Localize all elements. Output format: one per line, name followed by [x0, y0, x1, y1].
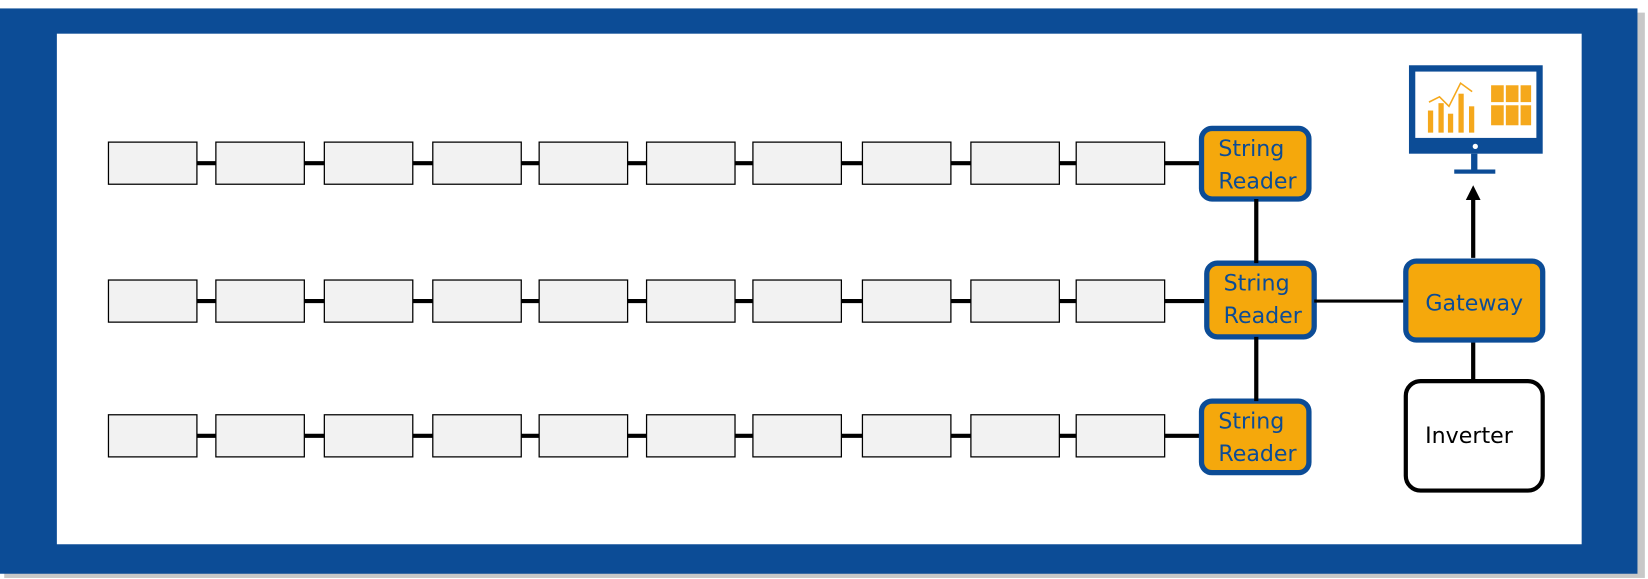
solar-panel [215, 414, 305, 458]
solar-panel [752, 141, 843, 185]
solar-panel [1075, 141, 1166, 185]
string-reader-label-line1: String [1218, 136, 1284, 162]
gateway-node: Gateway [1403, 258, 1546, 343]
solar-panel [861, 279, 952, 323]
string-reader-label-line1: String [1218, 408, 1284, 434]
string-reader-label-line2: Reader [1224, 303, 1303, 329]
solar-panel [323, 141, 414, 185]
solar-panel [323, 279, 414, 323]
solar-monitoring-diagram: String Reader String Reader String Reader Gat… [0, 8, 1645, 578]
solar-panel [432, 141, 522, 185]
panel-rows: String Reader String Reader String Reader [107, 125, 1317, 476]
solar-panel [432, 279, 522, 323]
solar-panel [538, 414, 629, 458]
solar-panel [645, 279, 736, 323]
solar-panel [970, 414, 1060, 458]
solar-panel [107, 414, 198, 458]
solar-panel [107, 141, 198, 185]
solar-panel [861, 141, 952, 185]
solar-panel [645, 141, 736, 185]
solar-panel [215, 141, 305, 185]
string-reader-node: String Reader [1198, 125, 1312, 202]
inverter-node: Inverter [1403, 378, 1545, 493]
solar-panel [970, 141, 1060, 185]
solar-panel [432, 414, 522, 458]
solar-panel [752, 414, 843, 458]
solar-panel [645, 414, 736, 458]
string-reader-label-line1: String [1224, 271, 1290, 297]
solar-panel [1075, 414, 1166, 458]
solar-panel [752, 279, 843, 323]
solar-panel [215, 279, 305, 323]
string-reader-label-line2: Reader [1218, 168, 1297, 194]
solar-panel [538, 279, 629, 323]
string-reader-node: String Reader [1198, 398, 1312, 476]
string-reader-label-line2: Reader [1218, 441, 1297, 467]
string-reader-node: String Reader [1204, 260, 1317, 340]
solar-panel [861, 414, 952, 458]
solar-panel [107, 279, 198, 323]
gateway-label: Gateway [1425, 291, 1523, 317]
solar-panel [1075, 279, 1166, 323]
solar-panel [970, 279, 1060, 323]
solar-panel [538, 141, 629, 185]
inverter-label: Inverter [1425, 423, 1514, 449]
solar-panel [323, 414, 414, 458]
